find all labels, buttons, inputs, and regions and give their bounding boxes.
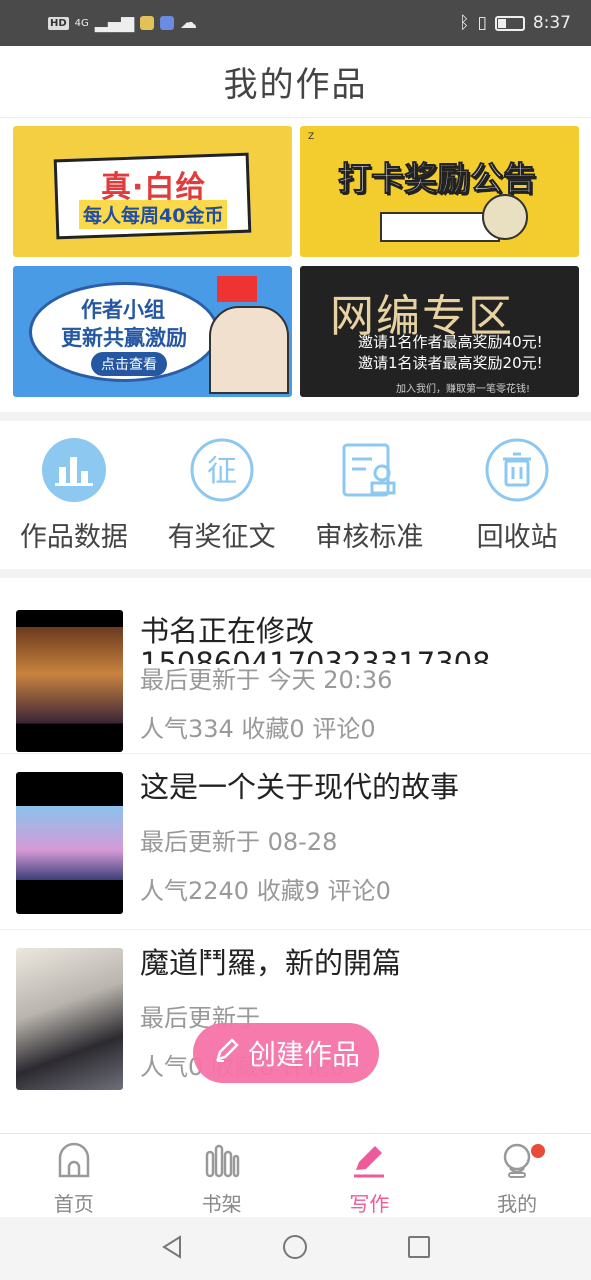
- quick-action-trash[interactable]: 回收站: [443, 421, 591, 569]
- banner-subline: 每人每周40金币: [79, 200, 228, 229]
- work-title: 书名正在修改 1508604170323317308: [140, 612, 575, 664]
- home-circle-icon[interactable]: [281, 1233, 309, 1265]
- banner-author-reward: 邀请1名作者最高奖励40元!: [358, 333, 543, 351]
- banner-grid: 真·白给 每人每周40金币 Z 打卡奖励公告 作者小组 更新共赢激励 点击查看 …: [13, 126, 579, 397]
- globe-illustration: [482, 194, 528, 240]
- banner-headline: 作者小组: [81, 298, 165, 322]
- network-type: 4G: [74, 17, 89, 29]
- review-standard-icon: [336, 437, 402, 503]
- quick-actions: 作品数据 征 有奖征文 审核标准 回收站: [0, 421, 591, 569]
- quick-action-label: 审核标准: [315, 522, 424, 553]
- book-cover: [16, 948, 123, 1090]
- quick-action-label: 作品数据: [19, 522, 128, 553]
- tab-profile[interactable]: 我的: [443, 1134, 591, 1217]
- tab-home[interactable]: 首页: [0, 1134, 148, 1217]
- pen-icon: [350, 1142, 388, 1184]
- banner-headline: 打卡奖励公告: [338, 159, 537, 199]
- work-item[interactable]: 书名正在修改 1508604170323317308 最后更新于 今天 20:3…: [0, 578, 591, 754]
- tab-bookshelf[interactable]: 书架: [148, 1134, 296, 1217]
- work-updated: 最后更新于 今天 20:36: [140, 666, 393, 694]
- brand-logo: Z: [308, 132, 315, 142]
- back-icon[interactable]: [158, 1233, 186, 1265]
- bookshelf-icon: [203, 1142, 241, 1184]
- quick-action-label: 回收站: [476, 522, 558, 553]
- quick-action-label: 有奖征文: [167, 522, 276, 553]
- create-work-button[interactable]: 创建作品: [193, 1023, 379, 1083]
- banner-subline: 邀请1名作者最高奖励40元! 邀请1名读者最高奖励20元!: [358, 332, 543, 374]
- red-flag-illustration: [217, 276, 257, 302]
- banner-footer: 加入我们，赚取第一笔零花钱!: [396, 384, 531, 395]
- page-header: 我的作品: [0, 46, 591, 118]
- app-notification-icon: [140, 16, 155, 30]
- work-title: 魔道鬥羅，新的開篇: [140, 946, 402, 980]
- contest-icon: 征: [189, 437, 255, 503]
- work-stats: 人气2240 收藏9 评论0: [140, 877, 391, 905]
- banner-checkin-reward[interactable]: Z 打卡奖励公告: [300, 126, 579, 257]
- trash-icon: [484, 437, 550, 503]
- recents-icon[interactable]: [405, 1233, 433, 1265]
- work-title: 这是一个关于现代的故事: [140, 770, 460, 804]
- hd-indicator: HD: [48, 16, 69, 30]
- book-cover: [16, 772, 123, 914]
- quick-action-contest[interactable]: 征 有奖征文: [148, 421, 296, 569]
- app-notification-icon-2: [160, 16, 175, 30]
- quick-action-stats[interactable]: 作品数据: [0, 421, 148, 569]
- weather-icon: ☁: [180, 13, 198, 33]
- banner-editor-zone[interactable]: 网编专区 邀请1名作者最高奖励40元! 邀请1名读者最高奖励20元! 加入我们，…: [300, 266, 579, 397]
- tab-label: 书架: [201, 1192, 242, 1216]
- banner-reader-reward: 邀请1名读者最高奖励20元!: [358, 354, 543, 372]
- signal-icon: ▂▄▆: [94, 13, 135, 33]
- create-work-label: 创建作品: [247, 1038, 360, 1071]
- notification-badge: [531, 1144, 546, 1158]
- tab-label: 我的: [497, 1192, 538, 1216]
- work-item[interactable]: 这是一个关于现代的故事 最后更新于 08-28 人气2240 收藏9 评论0: [0, 754, 591, 930]
- banner-view-button[interactable]: 点击查看: [91, 352, 167, 376]
- section-divider: [0, 412, 591, 421]
- quick-action-review[interactable]: 审核标准: [296, 421, 444, 569]
- banner-author-group[interactable]: 作者小组 更新共赢激励 点击查看: [13, 266, 292, 397]
- system-nav-bar: [0, 1217, 591, 1280]
- work-updated: 最后更新于 08-28: [140, 828, 338, 856]
- tab-write[interactable]: 写作: [296, 1134, 444, 1217]
- pencil-icon: [212, 1035, 242, 1072]
- banner-weekly-coins[interactable]: 真·白给 每人每周40金币: [13, 126, 292, 257]
- status-bar: HD 4G ▂▄▆ ☁ ᛒ ▯ 8:37: [0, 0, 591, 46]
- characters-illustration: [209, 306, 289, 394]
- battery-icon: [494, 15, 525, 31]
- bottom-tab-bar: 首页 书架 写作 我的: [0, 1133, 591, 1217]
- tab-label: 写作: [349, 1192, 390, 1216]
- banner-subline: 更新共赢激励: [61, 326, 187, 350]
- svg-text:征: 征: [207, 454, 237, 489]
- section-divider: [0, 569, 591, 578]
- page-title: 我的作品: [223, 65, 368, 105]
- vibrate-icon: ▯: [477, 13, 487, 33]
- tab-label: 首页: [53, 1192, 94, 1216]
- work-stats: 人气334 收藏0 评论0: [140, 715, 376, 743]
- work-title-text: 书名正在修改: [140, 614, 315, 648]
- home-icon: [55, 1142, 93, 1184]
- bar-chart-icon: [41, 437, 107, 503]
- clock: 8:37: [532, 13, 571, 33]
- book-cover: [16, 610, 123, 752]
- bluetooth-icon: ᛒ: [459, 13, 470, 33]
